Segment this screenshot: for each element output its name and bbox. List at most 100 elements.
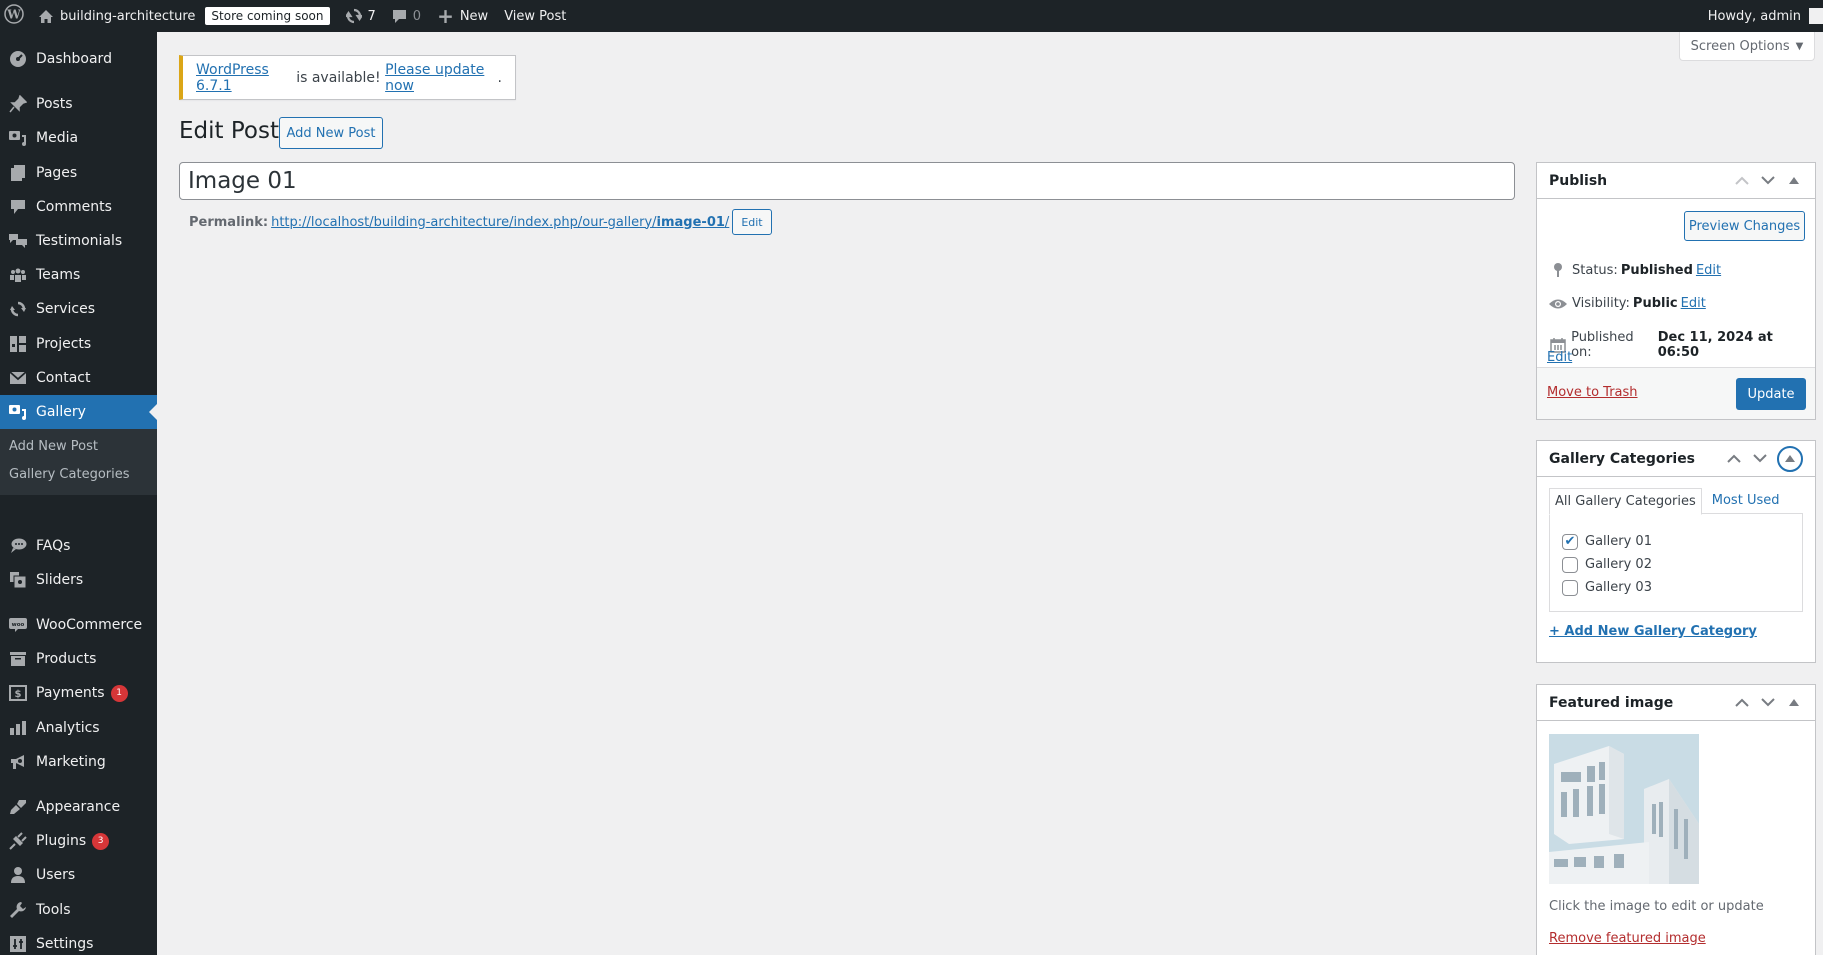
- permalink-link[interactable]: http://localhost/building-architecture/i…: [271, 215, 729, 230]
- visibility-row: Visibility: Public Edit: [1547, 296, 1706, 311]
- sidebar-item-products[interactable]: Products: [0, 642, 157, 676]
- move-up-icon[interactable]: [1725, 454, 1743, 463]
- move-down-icon[interactable]: [1751, 454, 1769, 463]
- comments-link[interactable]: 0: [384, 0, 429, 32]
- sidebar-item-woocommerce[interactable]: woo WooCommerce: [0, 608, 157, 642]
- sidebar-item-label: Appearance: [36, 799, 121, 815]
- site-name-link[interactable]: building-architecture Store coming soon: [30, 0, 338, 32]
- sidebar-item-services[interactable]: Services: [0, 292, 157, 326]
- update-now-link[interactable]: Please update now: [385, 62, 497, 94]
- settings-icon: [0, 935, 36, 953]
- sidebar-item-users[interactable]: Users: [0, 858, 157, 892]
- sidebar-item-label: FAQs: [36, 538, 71, 554]
- update-button[interactable]: Update: [1736, 378, 1806, 410]
- edit-visibility-link[interactable]: Edit: [1681, 296, 1706, 311]
- groups-icon: [0, 266, 36, 284]
- move-down-icon[interactable]: [1759, 176, 1777, 185]
- sidebar-item-faqs[interactable]: FAQs: [0, 529, 157, 563]
- post-title-input[interactable]: Image 01: [179, 162, 1515, 200]
- sidebar-item-label: Services: [36, 301, 96, 317]
- sidebar-item-analytics[interactable]: Analytics: [0, 711, 157, 745]
- collapse-toggle-icon[interactable]: [1777, 445, 1803, 472]
- move-up-icon[interactable]: [1733, 176, 1751, 185]
- sidebar-item-marketing[interactable]: Marketing: [0, 745, 157, 779]
- sidebar-item-appearance[interactable]: Appearance: [0, 790, 157, 824]
- sidebar-item-label: Comments: [36, 199, 112, 215]
- edit-status-link[interactable]: Edit: [1696, 263, 1721, 278]
- sidebar-item-testimonials[interactable]: Testimonials: [0, 224, 157, 258]
- sidebar-item-projects[interactable]: Projects: [0, 327, 157, 361]
- post-title-value: Image 01: [188, 168, 297, 194]
- publish-box: Publish Preview Changes Status: Publishe…: [1536, 162, 1816, 420]
- sidebar-item-label: Products: [36, 651, 97, 667]
- sidebar-item-label: Testimonials: [36, 233, 123, 249]
- sidebar-item-label: Gallery: [36, 404, 86, 420]
- gallery-03-checkbox[interactable]: [1562, 579, 1578, 596]
- sidebar-item-comments[interactable]: Comments: [0, 190, 157, 224]
- featured-image-thumbnail[interactable]: [1549, 734, 1699, 884]
- page-title: Edit Post: [179, 118, 279, 144]
- category-label: Gallery 02: [1585, 557, 1652, 572]
- category-item[interactable]: Gallery 02: [1562, 553, 1802, 576]
- sidebar-item-dashboard[interactable]: Dashboard: [0, 42, 157, 76]
- sidebar-item-label: Tools: [36, 902, 71, 918]
- update-icon: [0, 300, 36, 318]
- add-new-gallery-category-link[interactable]: + Add New Gallery Category: [1549, 624, 1757, 639]
- tab-all-gallery-categories[interactable]: All Gallery Categories: [1549, 488, 1702, 515]
- updates-link[interactable]: 7: [338, 0, 384, 32]
- remove-featured-image-link[interactable]: Remove featured image: [1549, 931, 1706, 946]
- tab-most-used[interactable]: Most Used: [1702, 488, 1785, 515]
- view-post-link[interactable]: View Post: [496, 0, 574, 32]
- collapse-toggle-icon[interactable]: [1785, 177, 1803, 184]
- comment-icon: [0, 198, 36, 216]
- gallery-01-checkbox[interactable]: ✔: [1562, 533, 1578, 550]
- store-coming-soon-badge[interactable]: Store coming soon: [205, 7, 330, 25]
- collapse-toggle-icon[interactable]: [1785, 699, 1803, 706]
- status-label: Status:: [1572, 262, 1618, 278]
- sidebar-item-tools[interactable]: Tools: [0, 893, 157, 927]
- screen-options-button[interactable]: Screen Options ▼: [1679, 32, 1815, 61]
- sidebar-item-settings[interactable]: Settings: [0, 927, 157, 955]
- sidebar-item-gallery[interactable]: Gallery: [0, 395, 157, 429]
- site-name: building-architecture: [60, 8, 196, 24]
- sidebar-item-label: Media: [36, 130, 79, 146]
- sidebar-item-sliders[interactable]: Sliders: [0, 563, 157, 597]
- sidebar-item-payments[interactable]: $ Payments 1: [0, 676, 157, 710]
- sidebar-item-contact[interactable]: Contact: [0, 361, 157, 395]
- publish-box-header: Publish: [1537, 163, 1815, 199]
- move-down-icon[interactable]: [1759, 698, 1777, 707]
- category-item[interactable]: ✔ Gallery 01: [1562, 530, 1802, 553]
- sidebar-item-pages[interactable]: Pages: [0, 156, 157, 190]
- svg-text:woo: woo: [12, 622, 25, 628]
- email-icon: [0, 371, 36, 385]
- submenu-add-new-post[interactable]: Add New Post: [9, 439, 98, 454]
- gallery-02-checkbox[interactable]: [1562, 556, 1578, 573]
- sidebar-item-teams[interactable]: Teams: [0, 258, 157, 292]
- sidebar-item-label: Sliders: [36, 572, 84, 588]
- category-label: Gallery 03: [1585, 580, 1652, 595]
- featured-image-box: Featured image Click the image to edit o…: [1536, 684, 1816, 955]
- wordpress-logo-button[interactable]: W: [0, 0, 30, 32]
- sidebar-item-media[interactable]: Media: [0, 121, 157, 155]
- wordpress-version-link[interactable]: WordPress 6.7.1: [196, 62, 292, 94]
- category-item[interactable]: Gallery 03: [1562, 576, 1802, 599]
- move-to-trash-link[interactable]: Move to Trash: [1547, 385, 1638, 400]
- new-label: New: [459, 8, 489, 24]
- publish-actions: Move to Trash Update: [1537, 367, 1815, 419]
- format-chat-icon: [0, 537, 36, 555]
- submenu-gallery-categories[interactable]: Gallery Categories: [9, 467, 130, 482]
- preview-changes-button[interactable]: Preview Changes: [1684, 211, 1805, 241]
- wrench-icon: [0, 901, 36, 919]
- my-account-link[interactable]: Howdy, admin: [1700, 0, 1823, 32]
- sidebar-item-posts[interactable]: Posts: [0, 87, 157, 121]
- edit-date-link[interactable]: Edit: [1547, 350, 1572, 365]
- caret-down-icon: ▼: [1795, 40, 1804, 52]
- woo-icon: woo: [0, 617, 36, 633]
- new-content-link[interactable]: + New: [429, 0, 496, 32]
- move-up-icon[interactable]: [1733, 698, 1751, 707]
- user-icon: [0, 866, 36, 884]
- sidebar-item-plugins[interactable]: Plugins 3: [0, 824, 157, 858]
- plugin-icon: [0, 832, 36, 850]
- edit-permalink-button[interactable]: Edit: [732, 209, 772, 235]
- add-new-post-button[interactable]: Add New Post: [279, 117, 383, 149]
